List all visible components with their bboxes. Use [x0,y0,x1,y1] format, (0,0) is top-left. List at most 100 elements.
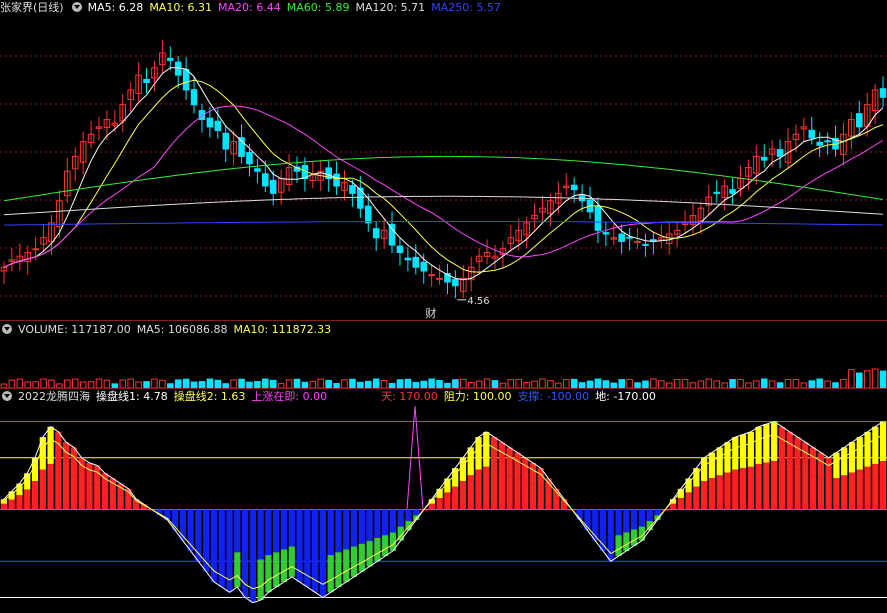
osc-bar-31 [241,557,249,598]
volume-bar-90 [713,380,720,388]
ma-label-0: MA5: 6.28 [87,1,144,14]
osc-bar-68 [529,462,537,484]
osc-base-50 [389,509,397,533]
candle-body-103 [816,141,823,146]
candle-body-4 [32,248,39,251]
volume-bar-8 [64,379,71,388]
candlestick-chart[interactable]: 4.56 财 [0,16,887,319]
osc-bar-65 [506,447,513,476]
volume-bar-102 [808,380,816,388]
candle-body-24 [190,89,198,106]
volume-bar-68 [539,378,546,388]
volume-bar-88 [697,380,705,388]
volume-bar-75 [594,378,602,388]
osc-base-17 [133,503,140,510]
osc-base-105 [817,478,824,510]
osc-base-58 [452,486,459,510]
osc-base-71 [553,498,560,510]
volume-bar-107 [848,369,855,388]
osc-base-57 [444,492,451,510]
volume-bar-43 [341,379,348,388]
volume-settings-icon[interactable] [2,324,12,334]
candle-body-53 [420,261,427,272]
osc-base-89 [693,486,700,510]
osc-bar-105 [817,452,824,479]
osc-base-48 [374,509,381,538]
volume-bar-15 [119,379,127,388]
volume-bar-47 [372,378,380,388]
osc-bar-87 [677,488,684,499]
volume-bar-6 [48,379,55,388]
candle-body-31 [246,152,253,165]
osc-base-103 [802,472,809,510]
osc-base-93 [724,472,731,510]
osc-bar-96 [747,431,754,467]
osc-base-91 [708,478,716,510]
candle-body-72 [570,184,578,191]
osc-bar-37 [288,546,295,577]
osc-base-75 [584,509,591,521]
osc-bar-48 [374,537,381,562]
osc-base-51 [397,509,404,527]
osc-base-61 [475,469,482,510]
candle-body-54 [428,274,435,277]
volume-bar-55 [436,380,443,388]
volume-bar-89 [705,378,713,388]
osc-bar-80 [623,532,630,551]
indicator-settings-icon[interactable] [2,391,12,401]
volume-legend: VOLUME: 117187.00 MA5: 106086.88 MA10: 111… [0,322,337,338]
osc-bar-83 [646,520,653,531]
osc-bar-95 [739,434,747,469]
candle-body-49 [388,223,396,246]
candle-body-45 [357,187,364,209]
osc-bar-97 [755,426,762,464]
volume-bar-110 [871,368,879,388]
volume-bar-60 [475,380,483,388]
osc-base-86 [669,503,677,510]
indicator-chart[interactable] [0,406,887,613]
osc-bar-107 [833,452,840,479]
osc-bar-6 [47,426,54,464]
volume-bar-2 [16,378,24,388]
osc-base-33 [257,509,264,560]
volume-bar-36 [285,379,293,388]
candle-body-90 [713,191,720,194]
chart-settings-icon[interactable] [71,2,82,12]
osc-base-2 [16,495,23,510]
osc-base-7 [55,466,62,510]
osc-base-39 [304,509,311,553]
ma-label-5: MA250: 5.57 [431,1,501,14]
volume-ma10: MA10: 111872.33 [233,323,332,336]
osc-bar-42 [327,555,334,593]
osc-base-38 [296,509,303,550]
osc-base-104 [809,475,817,510]
osc-base-68 [529,483,537,510]
osc-base-9 [70,475,78,510]
osc-bar-103 [802,442,809,473]
volume-bar-97 [768,380,776,388]
osc-bar-28 [218,552,225,588]
volume-bar-30 [238,378,245,388]
candle-body-57 [452,278,459,287]
osc-bar-36 [280,549,288,582]
osc-base-47 [366,509,373,541]
volume-bar-46 [364,380,372,388]
osc-bar-46 [358,543,365,572]
osc-bar-41 [319,557,327,598]
osc-base-23 [179,509,186,527]
candle-body-44 [349,185,356,194]
candle-body-33 [262,173,269,187]
volume-chart[interactable] [0,338,887,388]
volume-bar-39 [309,380,317,388]
candle-body-78 [618,233,625,242]
volume-bar-19 [151,378,158,388]
main-title: 张家界(日线) [0,1,64,14]
candle-body-22 [174,61,182,76]
osc-base-30 [234,509,241,553]
ma-values: MA5: 6.28 MA10: 6.31 MA20: 6.44 MA60: 5.89 M… [88,1,507,14]
osc-bar-13 [101,473,109,490]
candle-body-32 [254,168,261,172]
osc-base-64 [498,472,505,510]
osc-base-81 [631,509,638,530]
volume-bar-33 [262,378,269,388]
